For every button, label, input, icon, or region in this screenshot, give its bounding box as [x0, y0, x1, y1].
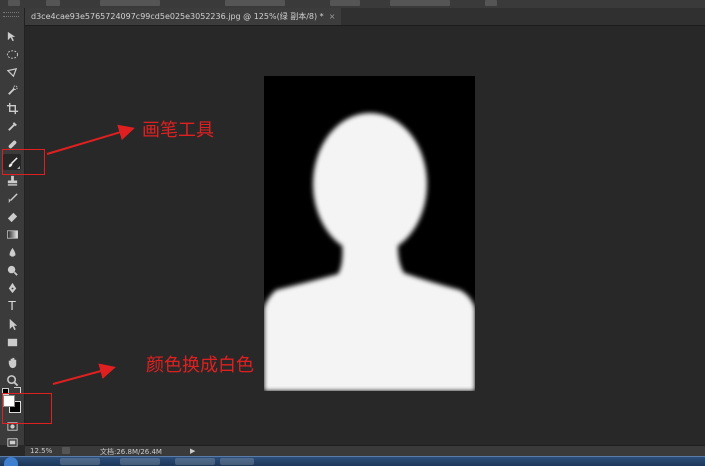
hand-icon[interactable] [3, 354, 21, 370]
silhouette-mask-image [264, 76, 475, 391]
dodge-icon[interactable] [3, 262, 21, 278]
rectangle-icon[interactable] [3, 334, 21, 350]
status-menu-arrow-icon[interactable]: ▶ [190, 447, 195, 455]
options-opacity-field[interactable] [225, 0, 285, 6]
color-swatch-highlight-box [2, 393, 52, 424]
color-annotation: 颜色换成白色 [146, 355, 254, 376]
eraser-icon[interactable] [3, 208, 21, 224]
gradient-icon[interactable] [3, 226, 21, 242]
status-bar: 12.5% 文档:26.8M/26.4M ▶ [25, 445, 705, 456]
toolbox: T [0, 8, 25, 447]
close-icon[interactable]: × [329, 8, 336, 25]
move-icon[interactable] [3, 28, 21, 44]
taskbar-item-photoshop[interactable] [220, 458, 254, 465]
crop-icon[interactable] [3, 100, 21, 116]
document-tab-bar: d3ce4cae93e5765724097c99cd5e025e3052236.… [25, 8, 705, 26]
history-brush-icon[interactable] [3, 190, 21, 206]
document-tab-title: d3ce4cae93e5765724097c99cd5e025e3052236.… [31, 12, 324, 21]
drop-icon[interactable] [3, 244, 21, 260]
options-flow-field[interactable] [330, 0, 360, 6]
taskbar-item-2[interactable] [120, 458, 160, 465]
taskbar-item-3[interactable] [175, 458, 215, 465]
type-icon[interactable]: T [3, 298, 21, 314]
toolbox-grip[interactable] [3, 12, 19, 17]
type-glyph: T [8, 299, 16, 313]
ellipse-marquee-icon[interactable] [3, 46, 21, 62]
options-mode-dropdown[interactable] [100, 0, 160, 6]
lasso-icon[interactable] [3, 64, 21, 80]
pen-icon[interactable] [3, 280, 21, 296]
options-tool-icon[interactable] [8, 0, 20, 6]
options-airbrush-icon[interactable] [485, 0, 497, 6]
screen-mode-icon[interactable] [3, 434, 21, 450]
eyedropper-icon[interactable] [3, 118, 21, 134]
document-tab[interactable]: d3ce4cae93e5765724097c99cd5e025e3052236.… [25, 8, 342, 25]
document-canvas[interactable] [264, 76, 475, 391]
brush-tool-annotation: 画笔工具 [142, 120, 214, 141]
options-preset-button[interactable] [46, 0, 60, 6]
status-options-icon[interactable] [62, 447, 70, 454]
zoom-level[interactable]: 12.5% [30, 447, 52, 455]
arrow-icon[interactable] [3, 316, 21, 332]
taskbar-item-1[interactable] [60, 458, 100, 465]
zoom-icon[interactable] [3, 372, 21, 388]
quick-selection-icon[interactable] [3, 82, 21, 98]
brush-tool-highlight-box [2, 149, 45, 175]
options-value-field[interactable] [390, 0, 450, 6]
